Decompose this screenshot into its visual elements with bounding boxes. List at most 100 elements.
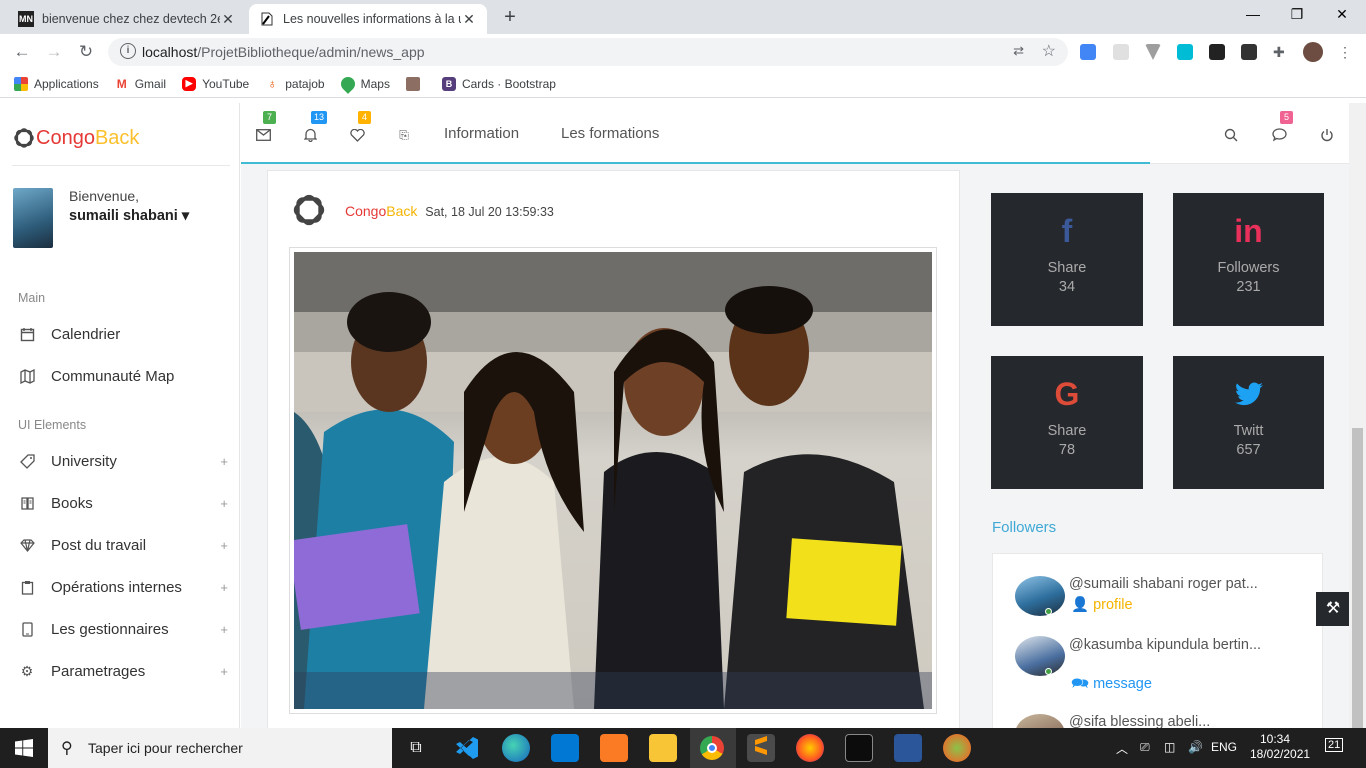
sidebar-item-parametrages[interactable]: ⚙ Parametrages + [0, 656, 239, 686]
page-scrollbar[interactable] [1349, 103, 1366, 743]
reload-icon[interactable]: ↻ [76, 42, 96, 62]
close-tab-icon[interactable]: ✕ [461, 11, 477, 28]
app-icon[interactable] [943, 734, 971, 762]
bookmark-item[interactable]: ♁ patajob [265, 76, 325, 91]
sidebar-item-post-du-travail[interactable]: Post du travail + [0, 530, 239, 560]
scrollbar-thumb[interactable] [1352, 428, 1363, 743]
sidebar-item-calendrier[interactable]: Calendrier [0, 319, 239, 349]
terminal-icon[interactable] [845, 734, 873, 762]
bookmark-item[interactable] [405, 76, 426, 91]
bookmark-item[interactable]: M Gmail [114, 76, 166, 91]
address-bar[interactable]: i localhost/ProjetBibliotheque/admin/new… [108, 38, 1068, 66]
user-menu-toggle[interactable]: sumaili shabani ▾ [69, 208, 189, 224]
nav-link-information[interactable]: Information [444, 125, 519, 142]
welcome-text: Bienvenue, [69, 188, 140, 204]
theme-customizer-wand-icon[interactable]: ⚒ [1316, 592, 1350, 626]
power-icon[interactable] [1317, 125, 1337, 145]
translate-icon[interactable]: ⇄ [1013, 43, 1024, 59]
extension-icon[interactable] [1113, 44, 1129, 60]
close-window-icon[interactable]: ✕ [1332, 6, 1352, 23]
google-icon: G [1054, 376, 1080, 412]
social-label: Twitt [1233, 423, 1264, 439]
sidebar-item-books[interactable]: Books + [0, 488, 239, 518]
vscode-icon[interactable] [453, 734, 481, 762]
bookmark-label: patajob [285, 76, 325, 91]
sidebar-item-university[interactable]: University + [0, 446, 239, 476]
new-tab-button[interactable]: + [499, 6, 521, 29]
file-explorer-icon[interactable] [649, 734, 677, 762]
back-icon[interactable]: ← [12, 42, 32, 62]
maximize-icon[interactable]: ❐ [1287, 6, 1307, 23]
site-info-icon[interactable]: i [120, 43, 136, 59]
sidebar-item-les-gestionnaires[interactable]: Les gestionnaires + [0, 614, 239, 644]
linkedin-followers-card[interactable]: in Followers 231 [1173, 193, 1324, 326]
puzzle-icon[interactable]: ✚ [1273, 44, 1289, 60]
followers-list: @sumaili shabani roger pat... 👤 profile … [992, 553, 1323, 733]
app-logo[interactable]: Congo Back [12, 123, 139, 153]
post-date: Sat, 18 Jul 20 13:59:33 [425, 205, 554, 219]
notifications-icon[interactable]: 21 [1325, 738, 1344, 752]
mail-icon[interactable] [253, 125, 273, 145]
heart-icon[interactable] [347, 125, 367, 145]
search-icon[interactable] [1221, 125, 1241, 145]
store-icon[interactable] [551, 734, 579, 762]
expand-plus-icon: + [220, 495, 228, 511]
students-photo [294, 252, 932, 709]
post-author-back[interactable]: Back [386, 203, 417, 219]
translate-icon[interactable]: ⎘ [394, 125, 414, 145]
tray-chevron-icon[interactable]: ︿ [1116, 740, 1128, 757]
close-tab-icon[interactable]: ✕ [220, 11, 236, 28]
vpn-ext-icon[interactable] [1145, 44, 1161, 60]
word-icon[interactable] [894, 734, 922, 762]
profile-avatar[interactable] [1303, 42, 1323, 62]
forward-icon[interactable]: → [44, 42, 64, 62]
post-author-congo[interactable]: Congo [345, 203, 386, 219]
clock-date: 18/02/2021 [1250, 747, 1311, 761]
chrome-menu-icon[interactable]: ⋮ [1338, 44, 1354, 60]
sidebar-item-communaute-map[interactable]: Communauté Map [0, 361, 239, 391]
follower-profile-link[interactable]: 👤 profile [1071, 596, 1133, 613]
chrome-active-slot[interactable] [690, 728, 736, 768]
twitter-card[interactable]: Twitt 657 [1173, 356, 1324, 489]
bookmark-item[interactable]: ▶ YouTube [182, 76, 249, 91]
bell-icon[interactable] [300, 125, 320, 145]
sidebar-item-operations-internes[interactable]: Opérations internes + [0, 572, 239, 602]
nav-link-les-formations[interactable]: Les formations [561, 125, 659, 142]
edge-icon[interactable] [502, 734, 530, 762]
firefox-icon[interactable] [796, 734, 824, 762]
post-logo-icon [293, 194, 325, 226]
xampp-icon[interactable] [600, 734, 628, 762]
language-indicator[interactable]: ENG [1211, 740, 1237, 754]
minimize-icon[interactable]: — [1243, 6, 1263, 22]
follower-avatar[interactable] [1015, 636, 1065, 676]
mail-count-badge: 7 [263, 111, 276, 124]
facebook-share-card[interactable]: f Share 34 [991, 193, 1143, 326]
extension-icon[interactable] [1177, 44, 1193, 60]
network-icon[interactable]: ⎚ [1140, 740, 1150, 755]
task-view-icon[interactable]: ⧉ [402, 734, 430, 762]
taskbar-search[interactable]: ⚲ Taper ici pour rechercher [48, 728, 392, 768]
bookmark-item[interactable]: Maps [337, 73, 390, 94]
browser-tab-devtech[interactable]: MN bienvenue chez chez devtech 2e... ✕ [8, 4, 246, 34]
google-share-card[interactable]: G Share 78 [991, 356, 1143, 489]
browser-tab-news[interactable]: Les nouvelles informations à la u ✕ [249, 4, 487, 34]
wifi-icon[interactable]: ◫ [1164, 740, 1175, 754]
cb-ext-icon[interactable] [1241, 44, 1257, 60]
windows-start-icon[interactable] [0, 728, 48, 768]
clock[interactable]: 10:34 18/02/2021 [1250, 732, 1311, 762]
post-image-students[interactable] [294, 252, 932, 709]
extension-icon[interactable] [1209, 44, 1225, 60]
follower-message-link[interactable]: 🗪 message [1071, 673, 1152, 698]
bookmark-item[interactable]: Applications [14, 76, 99, 91]
google-translate-ext-icon[interactable] [1080, 44, 1096, 60]
social-value: 231 [1236, 279, 1261, 295]
post-image-frame [289, 247, 937, 714]
bookmark-item[interactable]: B Cards · Bootstrap [441, 76, 556, 91]
link-label: profile [1093, 597, 1133, 613]
follower-avatar[interactable] [1015, 576, 1065, 616]
volume-icon[interactable]: 🔊 [1188, 740, 1203, 754]
sublime-icon[interactable] [747, 734, 775, 762]
bookmark-star-icon[interactable]: ☆ [1042, 41, 1056, 61]
social-value: 657 [1236, 442, 1261, 458]
chat-icon[interactable] [1269, 125, 1289, 145]
